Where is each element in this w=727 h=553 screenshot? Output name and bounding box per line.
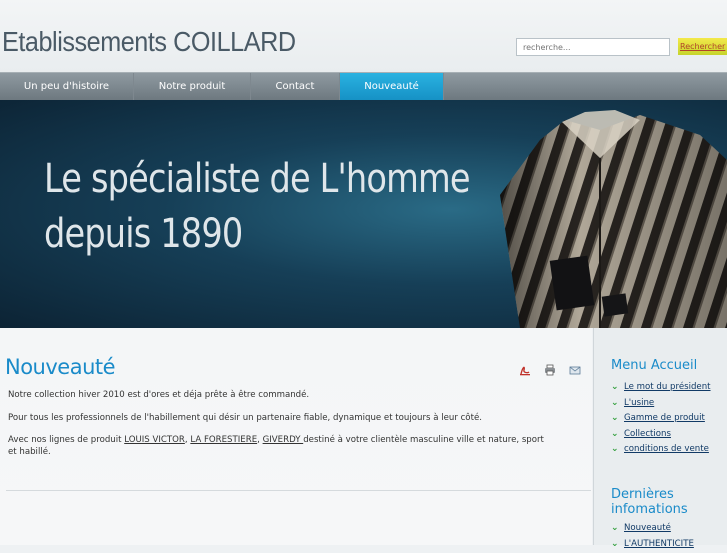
sidebar-item-label: conditions de vente: [624, 444, 709, 454]
chevron-down-icon: ⌄: [611, 382, 619, 392]
sidebar-item-label: Collections: [624, 429, 671, 439]
chevron-down-icon: ⌄: [611, 444, 619, 454]
paragraph-partenaire: Pour tous les professionnels de l'habill…: [8, 413, 482, 423]
sidebar-item-usine[interactable]: ⌄ L'usine: [611, 398, 654, 412]
search-button[interactable]: Rechercher: [678, 38, 727, 55]
sidebar-news-nouveaute[interactable]: ⌄ Nouveauté: [611, 523, 671, 537]
email-icon[interactable]: [569, 361, 581, 375]
sidebar-item-label: L'AUTHENTICITE: [624, 539, 694, 549]
header: Etablissements COILLARD Rechercher: [0, 0, 727, 72]
main-content: Nouveauté Notre collection hiver 2010 es…: [0, 328, 592, 545]
divider: [6, 490, 591, 491]
sidebar: Menu Accueil ⌄ Le mot du président ⌄ L'usi…: [593, 328, 727, 549]
banner-headline: Le spécialiste de L'homme: [44, 156, 471, 202]
sidebar-item-gamme[interactable]: ⌄ Gamme de produit: [611, 413, 705, 427]
link-giverdy[interactable]: GIVERDY: [263, 435, 304, 445]
paragraph-lignes: Avec nos lignes de produit LOUIS VICTOR,…: [8, 434, 548, 458]
chevron-down-icon: ⌄: [611, 413, 619, 423]
sidebar-item-label: Gamme de produit: [624, 413, 705, 423]
chevron-down-icon: ⌄: [611, 429, 619, 439]
site-title: Etablissements COILLARD: [2, 26, 296, 57]
nav-item-produit[interactable]: Notre produit: [134, 73, 251, 101]
sidebar-item-label: Nouveauté: [624, 523, 671, 533]
sidebar-menu-title: Menu Accueil: [611, 358, 698, 373]
sidebar-item-mot-president[interactable]: ⌄ Le mot du président: [611, 382, 711, 396]
pdf-icon[interactable]: [519, 361, 531, 376]
print-icon[interactable]: [544, 361, 556, 376]
chevron-down-icon: ⌄: [611, 523, 619, 533]
sidebar-item-label: L'usine: [624, 398, 655, 408]
news-title-line2: infomations: [611, 502, 688, 517]
hero-banner: Le spécialiste de L'homme depuis 1890: [0, 100, 727, 328]
sidebar-item-collections[interactable]: ⌄ Collections: [611, 429, 671, 443]
main-nav: Un peu d'histoire Notre produit Contact …: [0, 72, 727, 101]
nav-item-nouveaute[interactable]: Nouveauté: [340, 73, 444, 101]
sidebar-news-title: Dernières infomations: [611, 487, 688, 517]
page-title: Nouveauté: [5, 355, 116, 379]
paragraph-collection: Notre collection hiver 2010 est d'ores e…: [8, 390, 310, 400]
search-input[interactable]: [516, 38, 670, 56]
chevron-down-icon: ⌄: [611, 398, 619, 408]
link-la-forestiere[interactable]: LA FORESTIERE: [190, 435, 257, 445]
link-louis-victor[interactable]: LOUIS VICTOR: [124, 435, 185, 445]
sidebar-item-label: Le mot du président: [624, 382, 711, 392]
chevron-down-icon: ⌄: [611, 539, 619, 549]
news-title-line1: Dernières: [611, 487, 674, 502]
lignes-intro: Avec nos lignes de produit: [8, 435, 125, 445]
banner-subheadline: depuis 1890: [44, 211, 243, 257]
sidebar-news-authenticite[interactable]: ⌄ L'AUTHENTICITE: [611, 539, 694, 553]
nav-item-histoire[interactable]: Un peu d'histoire: [0, 73, 134, 101]
nav-item-contact[interactable]: Contact: [251, 73, 340, 101]
sidebar-item-conditions[interactable]: ⌄ conditions de vente: [611, 444, 709, 458]
